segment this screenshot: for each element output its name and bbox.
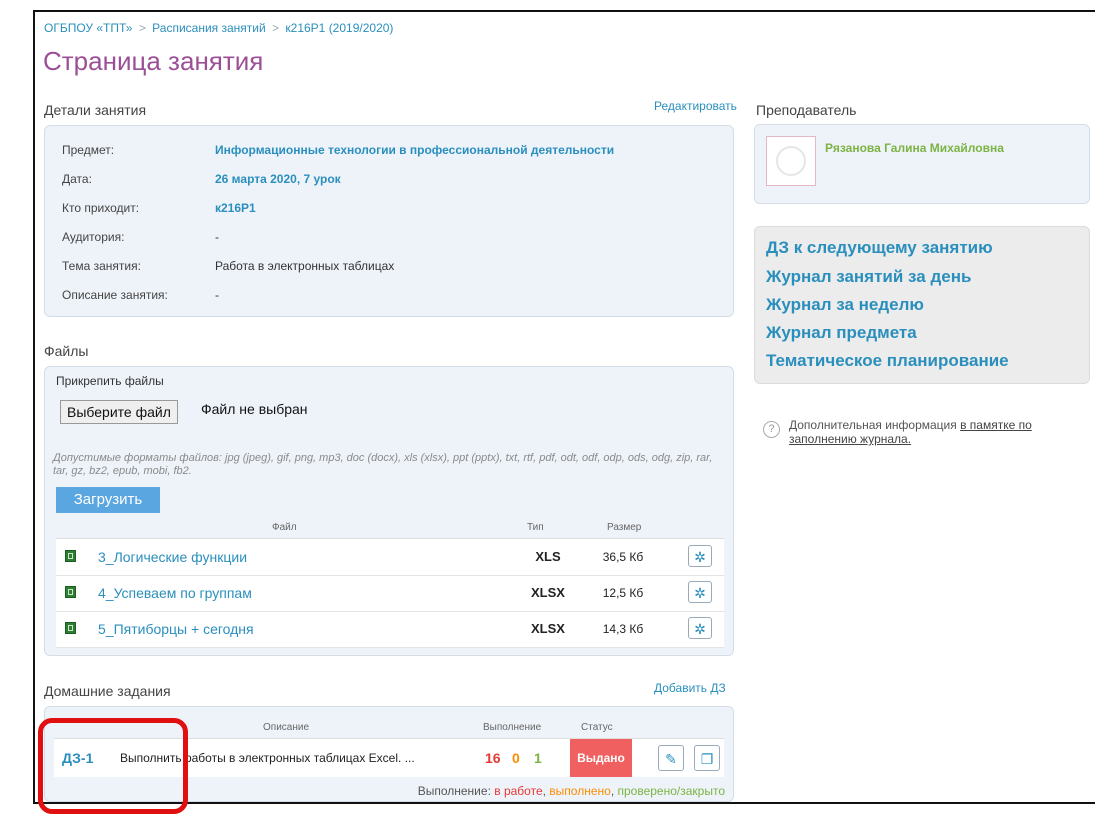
pencil-icon: ✎ [665,751,677,767]
link-subject-journal[interactable]: Журнал предмета [766,323,917,343]
breadcrumb-separator: > [138,21,146,35]
detail-value-date[interactable]: 26 марта 2020, 7 урок [215,172,341,186]
detail-value-group[interactable]: к216Р1 [215,201,256,215]
file-type: XLSX [531,621,565,636]
homework-heading: Домашние задания [44,683,171,699]
annotation-highlight [38,718,188,814]
legend-in-progress: в работе [494,784,543,798]
delete-icon: ✲ [694,621,706,637]
attach-label: Прикрепить файлы [56,374,164,388]
delete-icon: ✲ [694,549,706,565]
status-badge: Выдано [570,739,632,777]
column-header-file: Файл [272,522,297,533]
file-size: 14,3 Кб [602,622,644,636]
detail-label-room: Аудитория: [62,230,125,244]
legend-checked: проверено/закрыто [617,784,725,798]
column-header-size: Размер [607,522,642,533]
breadcrumb-group[interactable]: к216Р1 (2019/2020) [285,21,393,35]
detail-value-topic: Работа в электронных таблицах [215,259,395,273]
file-row: 5_Пятиборцы + сегодня XLSX 14,3 Кб ✲ [56,611,724,648]
link-week-journal[interactable]: Журнал за неделю [766,295,924,315]
delete-icon: ✲ [694,585,706,601]
detail-label-description: Описание занятия: [62,288,168,302]
avatar-placeholder-icon [776,146,806,176]
add-homework-link[interactable]: Добавить ДЗ [654,681,726,695]
excel-file-icon [65,550,76,562]
copy-homework-button[interactable]: ❐ [694,745,720,771]
file-size: 12,5 Кб [602,586,644,600]
count-done: 0 [512,750,520,766]
column-header-type: Тип [527,522,544,533]
detail-value-room: - [215,230,219,244]
no-file-label: Файл не выбран [201,401,308,417]
copy-icon: ❐ [700,751,714,767]
column-header-status: Статус [581,722,613,733]
file-name-link[interactable]: 4_Успеваем по группам [98,585,252,601]
allowed-formats-text: Допустимые форматы файлов: jpg (jpeg), g… [53,452,713,477]
file-size: 36,5 Кб [602,550,644,564]
breadcrumb: ОГБПОУ «ТПТ» > Расписания занятий > к216… [44,21,393,35]
teacher-name-link[interactable]: Рязанова Галина Михайловна [825,141,1004,155]
breadcrumb-root[interactable]: ОГБПОУ «ТПТ» [44,21,132,35]
edit-homework-button[interactable]: ✎ [658,745,684,771]
details-heading: Детали занятия [44,102,147,118]
detail-label-group: Кто приходит: [62,201,140,215]
choose-file-button[interactable]: Выберите файл [60,400,178,424]
delete-file-button[interactable]: ✲ [688,581,712,603]
help-text: Дополнительная информация в памятке по з… [789,418,1089,446]
file-name-link[interactable]: 5_Пятиборцы + сегодня [98,621,254,637]
file-row: 3_Логические функции XLS 36,5 Кб ✲ [56,539,724,576]
detail-value-subject[interactable]: Информационные технологии в профессионал… [215,143,614,157]
link-homework-next[interactable]: ДЗ к следующему занятию [766,238,993,258]
avatar [766,136,816,186]
excel-file-icon [65,622,76,634]
help-label: Дополнительная информация [789,418,957,432]
completion-legend: Выполнение: в работе, выполнено, провере… [418,784,725,798]
column-header-description: Описание [263,722,310,733]
detail-label-topic: Тема занятия: [62,259,141,273]
edit-link[interactable]: Редактировать [654,99,737,113]
excel-file-icon [65,586,76,598]
count-in-progress: 16 [485,750,501,766]
question-icon: ? [763,421,780,438]
files-table: 3_Логические функции XLS 36,5 Кб ✲ 4_Усп… [56,538,724,648]
file-type: XLSX [531,585,565,600]
files-heading: Файлы [44,343,89,359]
breadcrumb-separator: > [272,21,280,35]
column-header-completion: Выполнение [483,722,542,733]
link-thematic-planning[interactable]: Тематическое планирование [766,351,1009,371]
file-name-link[interactable]: 3_Логические функции [98,549,247,565]
delete-file-button[interactable]: ✲ [688,617,712,639]
file-type: XLS [535,549,561,564]
link-day-journal[interactable]: Журнал занятий за день [766,267,971,287]
file-row: 4_Успеваем по группам XLSX 12,5 Кб ✲ [56,575,724,612]
page-title: Страница занятия [43,46,264,76]
breadcrumb-schedule[interactable]: Расписания занятий [152,21,266,35]
upload-button[interactable]: Загрузить [56,487,160,513]
detail-value-description: - [215,288,219,302]
delete-file-button[interactable]: ✲ [688,545,712,567]
detail-label-date: Дата: [62,172,92,186]
count-checked: 1 [534,750,542,766]
legend-done: выполнено [549,784,611,798]
legend-prefix: Выполнение: [417,784,491,798]
teacher-heading: Преподаватель [756,102,857,118]
detail-label-subject: Предмет: [62,143,115,157]
